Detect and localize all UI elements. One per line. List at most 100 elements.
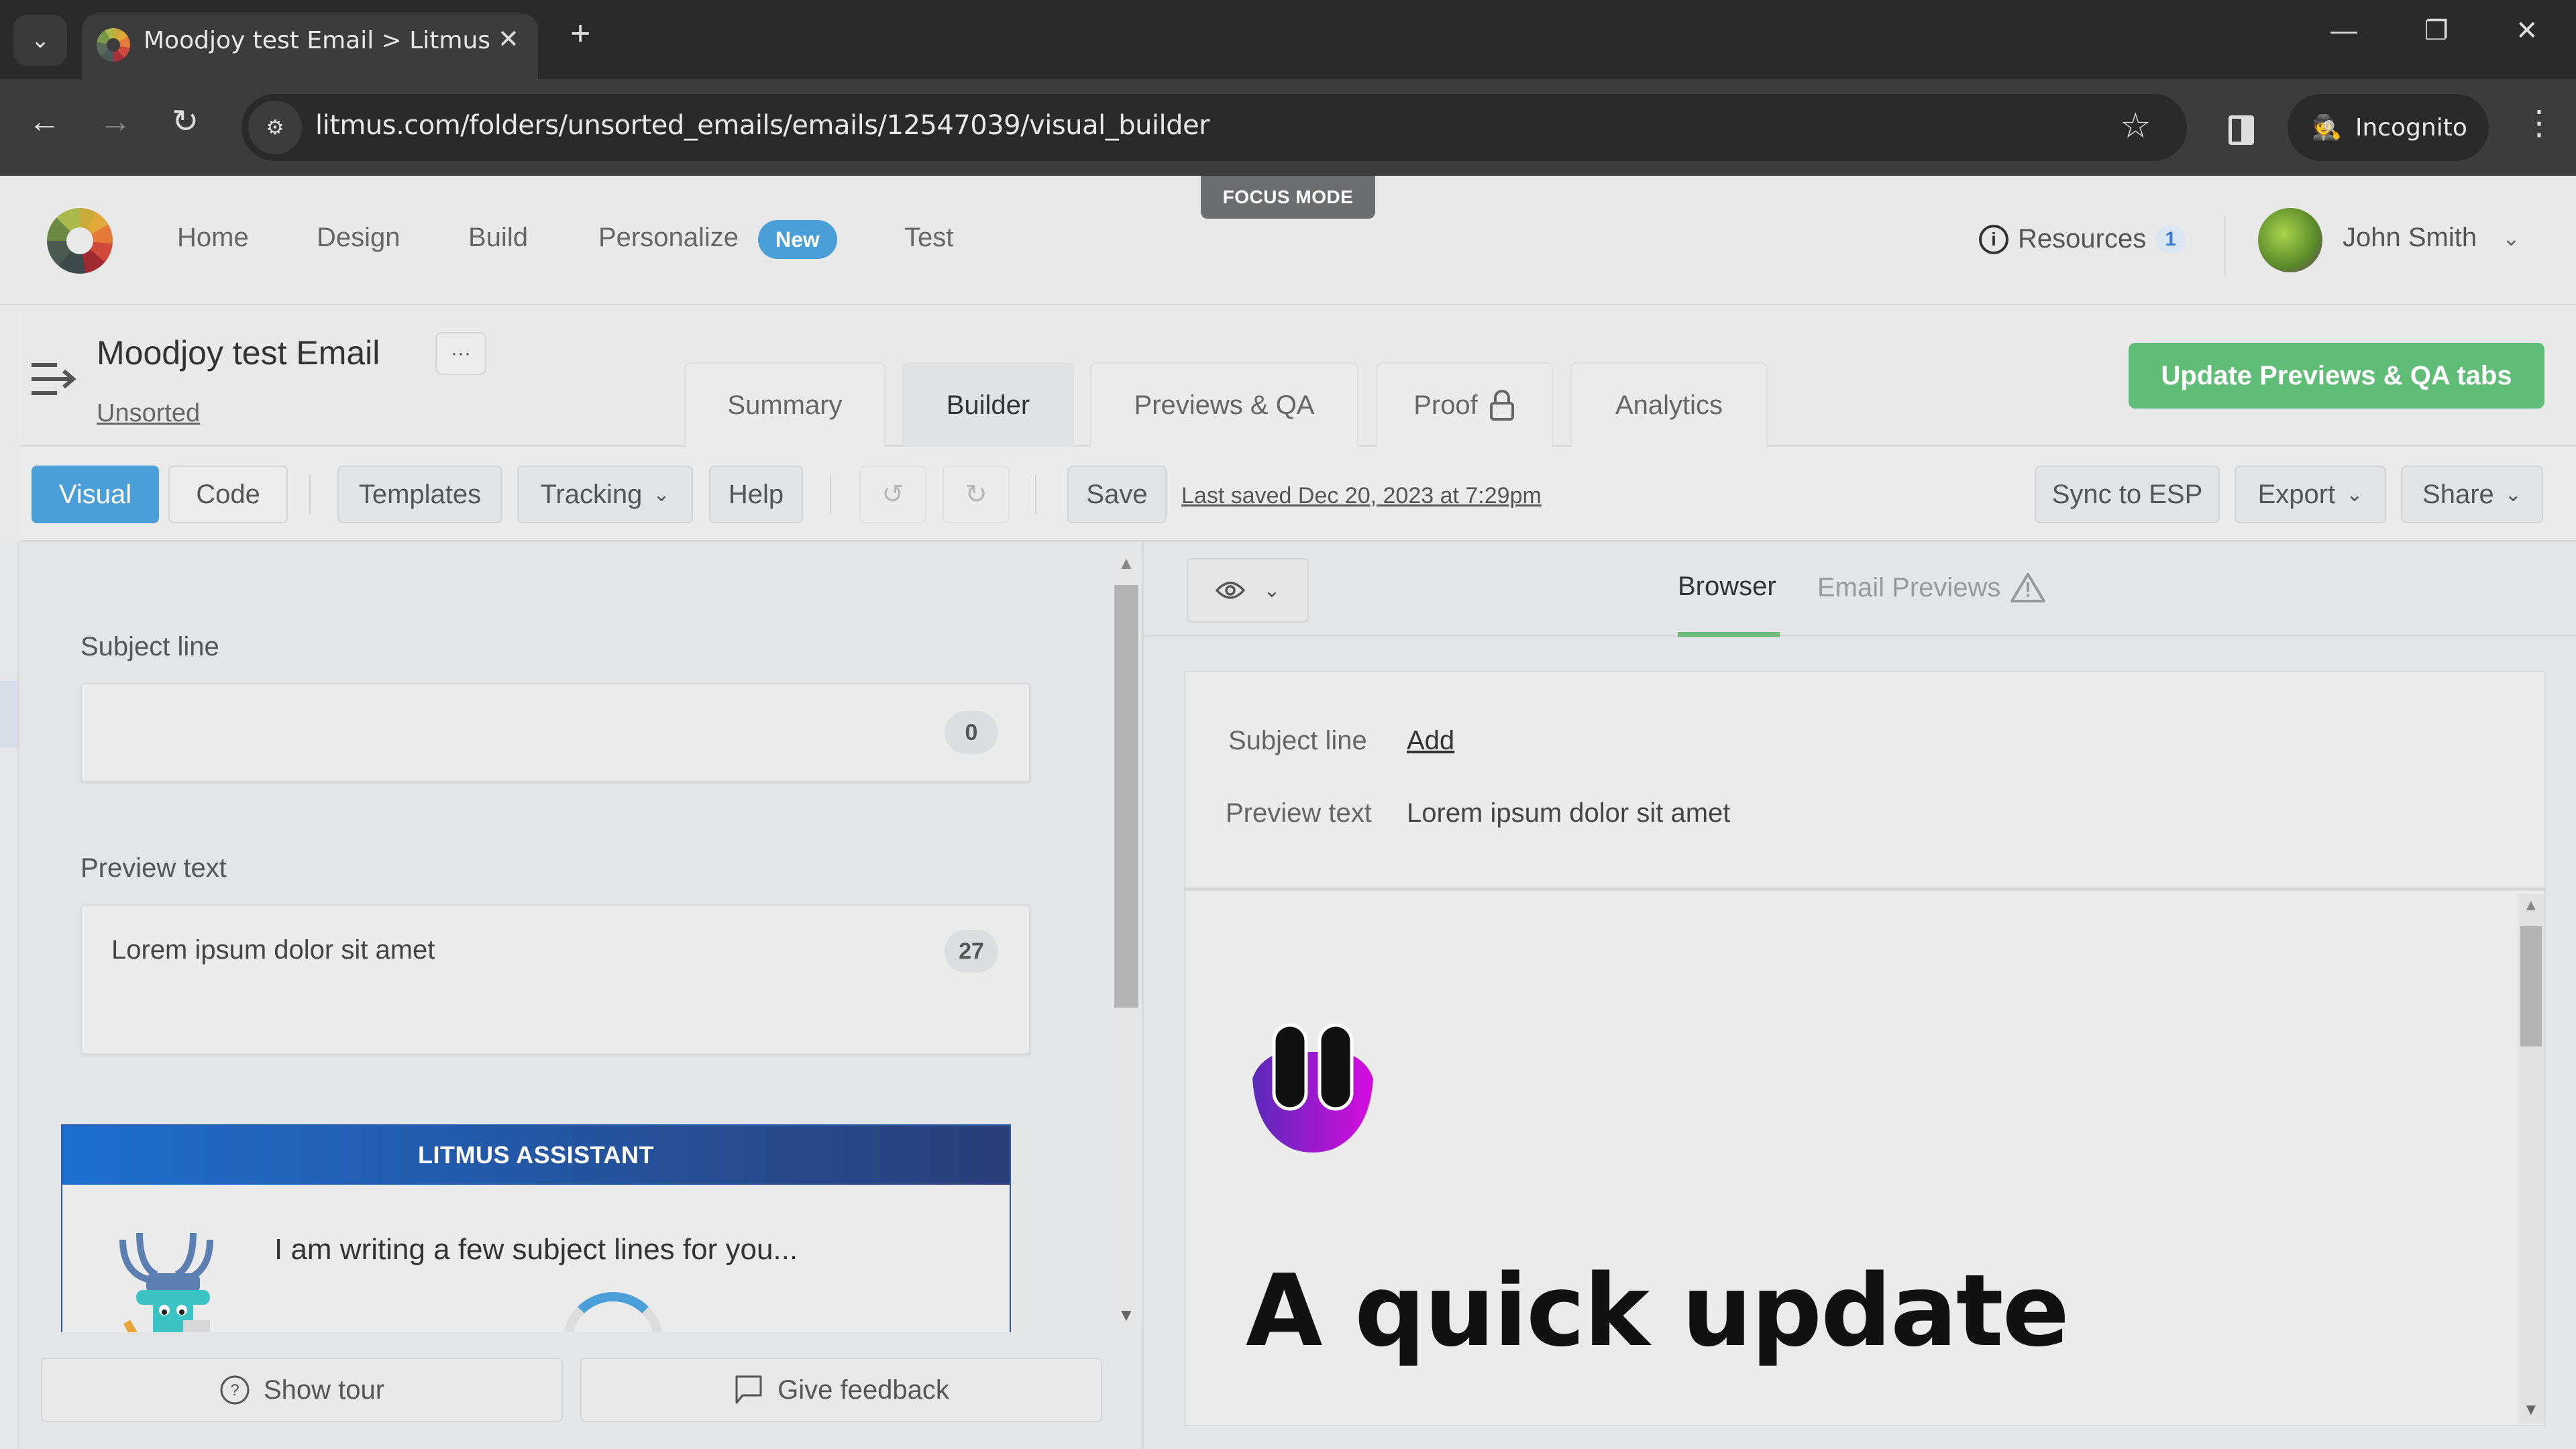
address-bar[interactable]: ⚙ litmus.com/folders/unsorted_emails/ema… xyxy=(241,94,2187,161)
focus-mode-button[interactable]: FOCUS MODE xyxy=(1201,176,1375,219)
folder-link[interactable]: Unsorted xyxy=(97,399,200,428)
tab-list-button[interactable]: ⌄ xyxy=(13,15,67,66)
nav-home[interactable]: Home xyxy=(177,223,249,253)
visual-mode-button[interactable]: Visual xyxy=(32,466,159,523)
moodjoy-logo xyxy=(1252,1023,1373,1152)
left-rail-selection xyxy=(0,681,17,748)
tab-analytics[interactable]: Analytics xyxy=(1570,362,1768,447)
browser-menu-icon[interactable]: ⋮ xyxy=(2522,106,2556,140)
header-divider xyxy=(2224,216,2226,276)
subject-line-input[interactable]: 0 xyxy=(80,683,1030,782)
tab-previews-qa[interactable]: Previews & QA xyxy=(1090,362,1358,447)
email-title[interactable]: Moodjoy test Email xyxy=(97,333,380,372)
toolbar-divider xyxy=(1035,475,1036,514)
nav-personalize[interactable]: Personalize xyxy=(598,223,739,253)
nav-build[interactable]: Build xyxy=(468,223,528,253)
litmus-logo[interactable] xyxy=(47,208,113,274)
preview-tab-email-previews[interactable]: Email Previews xyxy=(1817,572,2046,604)
email-heading: A quick update xyxy=(1246,1253,2070,1368)
browser-tab-active[interactable]: Moodjoy test Email > Litmus ✕ xyxy=(82,13,538,79)
toolbar-divider xyxy=(830,475,831,514)
incognito-indicator[interactable]: 🕵 Incognito xyxy=(2288,94,2489,161)
meta-preview-value: Lorem ipsum dolor sit amet xyxy=(1407,798,1731,828)
preview-char-count: 27 xyxy=(945,930,998,973)
tab-builder[interactable]: Builder xyxy=(902,362,1074,447)
user-avatar[interactable] xyxy=(2258,208,2322,272)
nav-design[interactable]: Design xyxy=(317,223,400,253)
preview-tab-browser[interactable]: Browser xyxy=(1678,572,1776,602)
show-tour-label: Show tour xyxy=(263,1375,385,1405)
tab-summary[interactable]: Summary xyxy=(684,362,885,447)
scroll-down-arrow-icon[interactable]: ▼ xyxy=(1118,1305,1135,1326)
litmus-assistant-card: LITMUS ASSISTANT I am writing a few subj… xyxy=(61,1124,1011,1332)
editor-bottom-bar: ? Show tour Give feedback xyxy=(19,1332,1142,1449)
nav-test[interactable]: Test xyxy=(904,223,953,253)
site-info-icon[interactable]: ⚙ xyxy=(248,101,302,154)
tracking-dropdown[interactable]: Tracking ⌄ xyxy=(517,466,693,523)
editor-scrollbar[interactable]: ▲ ▼ xyxy=(1111,550,1142,1328)
scroll-up-arrow-icon[interactable]: ▲ xyxy=(1118,553,1135,574)
new-tab-button[interactable]: + xyxy=(570,16,590,51)
scroll-up-arrow-icon[interactable]: ▲ xyxy=(2523,896,2539,915)
user-name[interactable]: John Smith xyxy=(2343,223,2477,253)
meta-subject-label: Subject line xyxy=(1228,726,1367,755)
share-dropdown[interactable]: Share ⌄ xyxy=(2401,466,2543,523)
scroll-down-arrow-icon[interactable]: ▼ xyxy=(2523,1401,2539,1419)
chevron-down-icon: ⌄ xyxy=(2346,483,2363,506)
tab-label: Analytics xyxy=(1615,390,1723,420)
assistant-header: LITMUS ASSISTANT xyxy=(62,1126,1010,1185)
restore-icon[interactable]: ❐ xyxy=(2424,17,2449,44)
tab-label: Previews & QA xyxy=(1134,390,1315,420)
save-button[interactable]: Save xyxy=(1067,466,1167,523)
close-window-icon[interactable]: ✕ xyxy=(2516,17,2538,44)
tab-label: Email Previews xyxy=(1817,572,2001,602)
export-label: Export xyxy=(2257,479,2336,509)
tracking-label: Tracking xyxy=(540,479,643,509)
templates-button[interactable]: Templates xyxy=(337,466,502,523)
show-tour-button[interactable]: ? Show tour xyxy=(41,1358,563,1422)
help-button[interactable]: Help xyxy=(709,466,803,523)
export-dropdown[interactable]: Export ⌄ xyxy=(2235,466,2386,523)
left-rail xyxy=(0,542,19,1449)
tab-proof[interactable]: Proof xyxy=(1376,362,1553,447)
add-subject-link[interactable]: Add xyxy=(1407,726,1454,756)
side-panel-icon[interactable] xyxy=(2229,115,2254,145)
redo-button[interactable]: ↻ xyxy=(943,466,1010,523)
undo-button[interactable]: ↺ xyxy=(859,466,926,523)
collapse-sidebar-icon[interactable] xyxy=(32,359,78,399)
subject-line-label: Subject line xyxy=(80,632,219,661)
preview-panel: ⌄ Browser Email Previews Subject line Ad… xyxy=(1142,542,2576,1449)
warning-triangle-icon xyxy=(2010,573,2046,602)
chevron-down-icon: ⌄ xyxy=(653,483,670,506)
last-saved-link[interactable]: Last saved Dec 20, 2023 at 7:29pm xyxy=(1181,483,1542,509)
view-options-dropdown[interactable]: ⌄ xyxy=(1187,558,1309,623)
share-label: Share xyxy=(2422,479,2494,509)
give-feedback-button[interactable]: Give feedback xyxy=(580,1358,1102,1422)
url-text[interactable]: litmus.com/folders/unsorted_emails/email… xyxy=(315,110,1210,141)
resources-button[interactable]: i Resources 1 xyxy=(1979,224,2186,254)
forward-arrow-icon[interactable]: → xyxy=(99,106,131,138)
update-previews-button[interactable]: Update Previews & QA tabs xyxy=(2129,343,2544,409)
email-preview-canvas[interactable]: A quick update ▲ ▼ xyxy=(1184,890,2546,1426)
email-meta-card: Subject line Add Preview text Lorem ipsu… xyxy=(1184,671,2546,890)
more-options-button[interactable]: ··· xyxy=(435,332,486,375)
preview-scrollbar[interactable]: ▲ ▼ xyxy=(2518,894,2544,1424)
scrollbar-thumb[interactable] xyxy=(1114,585,1138,1008)
incognito-label: Incognito xyxy=(2355,113,2467,142)
code-mode-button[interactable]: Code xyxy=(168,466,288,523)
chevron-down-icon[interactable]: ⌄ xyxy=(2502,225,2520,251)
moose-mascot-icon xyxy=(119,1232,213,1332)
minimize-icon[interactable]: — xyxy=(2330,17,2357,44)
preview-text-input[interactable]: Lorem ipsum dolor sit amet 27 xyxy=(80,904,1030,1055)
sync-to-esp-button[interactable]: Sync to ESP xyxy=(2035,466,2220,523)
svg-text:?: ? xyxy=(230,1381,239,1399)
bookmark-star-icon[interactable]: ☆ xyxy=(2120,106,2151,146)
tab-label: Summary xyxy=(727,390,843,420)
meta-preview-label: Preview text xyxy=(1226,798,1372,828)
browser-address-row: ← → ↻ ⚙ litmus.com/folders/unsorted_emai… xyxy=(0,79,2576,176)
new-badge: New xyxy=(758,220,837,259)
scrollbar-thumb[interactable] xyxy=(2520,926,2542,1046)
close-tab-icon[interactable]: ✕ xyxy=(498,24,519,54)
back-arrow-icon[interactable]: ← xyxy=(28,106,60,138)
reload-icon[interactable]: ↻ xyxy=(172,106,199,138)
